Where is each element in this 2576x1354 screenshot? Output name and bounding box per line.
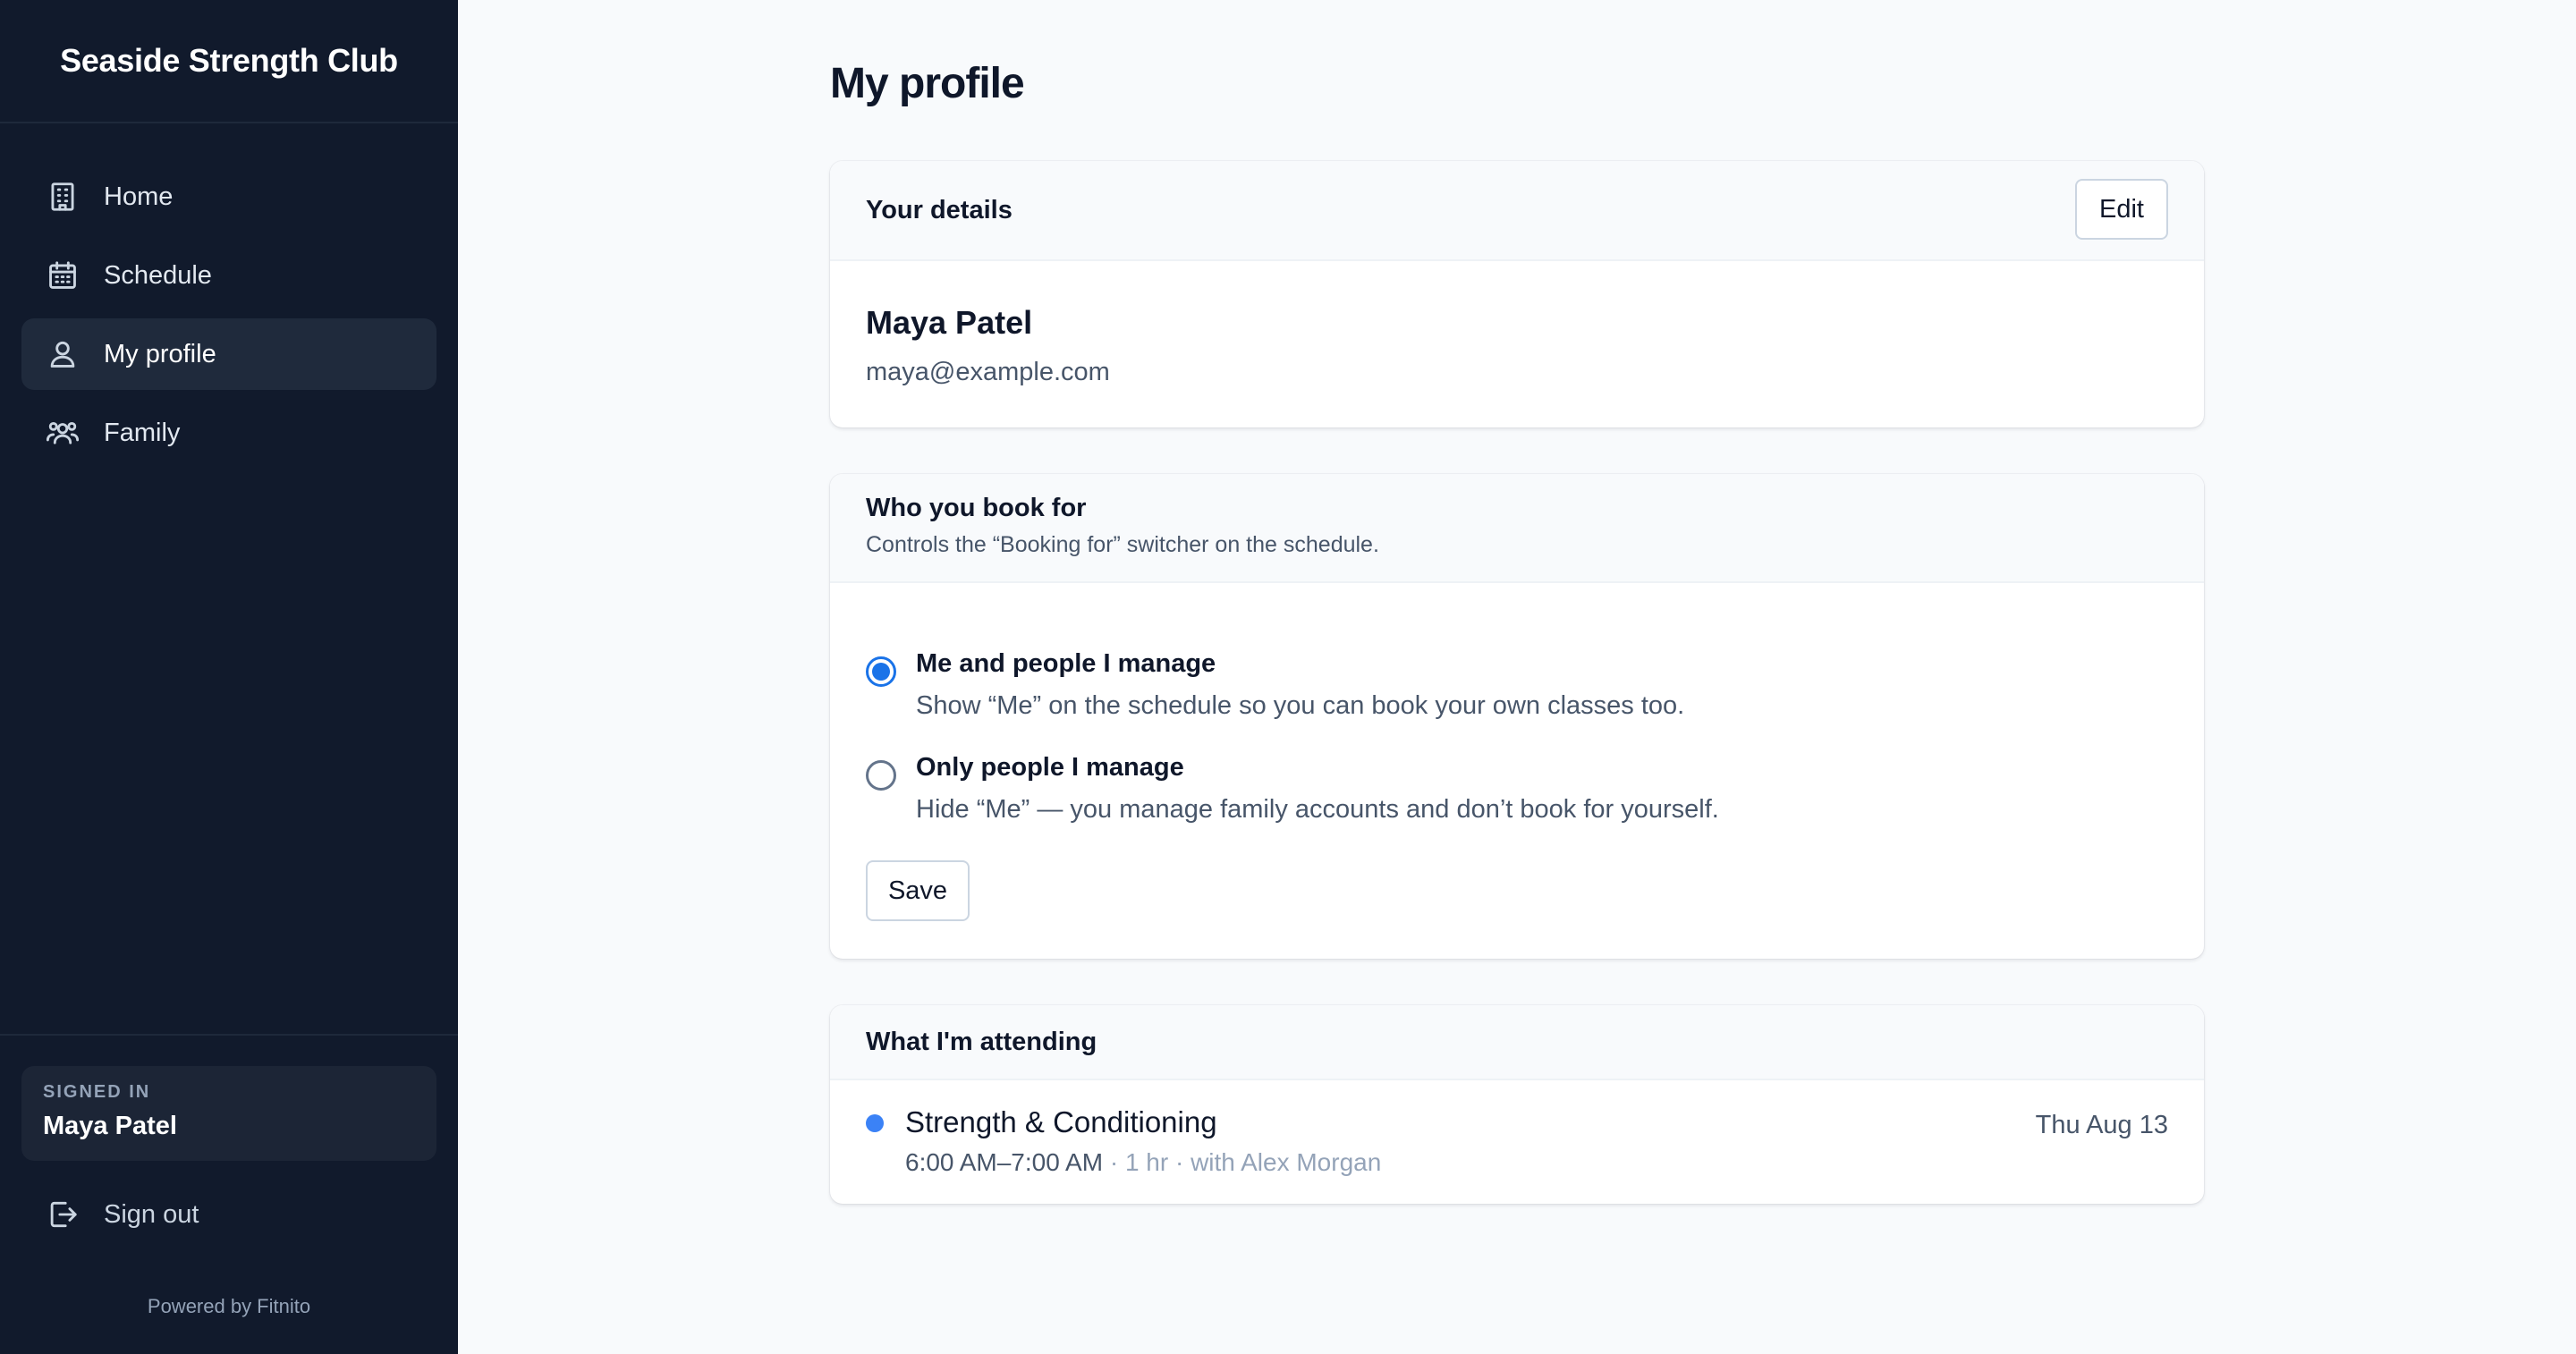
radio-me-and-managed[interactable] <box>866 656 896 687</box>
option-text: Me and people I manage Show “Me” on the … <box>916 649 1684 721</box>
edit-button[interactable]: Edit <box>2075 179 2168 240</box>
signed-in-card: SIGNED IN Maya Patel <box>21 1066 436 1161</box>
option-description: Show “Me” on the schedule so you can boo… <box>916 691 1685 720</box>
details-card-title: Your details <box>866 195 1013 224</box>
booking-card-subtitle: Controls the “Booking for” switcher on t… <box>866 532 1379 557</box>
sidebar-item-label: Home <box>104 182 174 211</box>
event-duration: 1 hr <box>1124 1148 1169 1176</box>
signed-in-label: SIGNED IN <box>43 1082 151 1102</box>
option-me-and-managed[interactable]: Me and people I manage Show “Me” on the … <box>866 649 2163 721</box>
attending-card: What I'm attending Strength & Conditioni… <box>830 1005 2204 1204</box>
details-card-header: Your details Edit <box>830 161 2204 261</box>
sign-out-label: Sign out <box>104 1199 199 1229</box>
save-button[interactable]: Save <box>866 860 970 921</box>
booking-card-title: Who you book for <box>866 494 1087 522</box>
event-time: 6:00 AM–7:00 AM <box>905 1148 1104 1176</box>
sidebar-item-home[interactable]: Home <box>21 161 436 233</box>
option-only-managed[interactable]: Only people I manage Hide “Me” — you man… <box>866 753 2163 825</box>
sidebar: Seaside Strength Club Home Schedule My p… <box>0 0 458 1354</box>
sidebar-item-family[interactable]: Family <box>21 397 436 469</box>
event-title: Strength & Conditioning <box>905 1105 1217 1138</box>
brand-title: Seaside Strength Club <box>0 0 458 123</box>
option-description: Hide “Me” — you manage family accounts a… <box>916 795 1719 824</box>
profile-name: Maya Patel <box>866 304 1033 341</box>
building-icon <box>45 179 80 215</box>
profile-email: maya@example.com <box>866 358 1110 386</box>
powered-by: Powered by Fitnito <box>147 1295 311 1317</box>
option-title: Me and people I manage <box>916 649 1216 678</box>
sidebar-item-label: Schedule <box>104 260 212 290</box>
signed-in-name: Maya Patel <box>43 1112 177 1140</box>
booking-card-header: Who you book for Controls the “Booking f… <box>830 474 2204 583</box>
attending-card-header: What I'm attending <box>830 1005 2204 1080</box>
event-meta: 6:00 AM–7:00 AM · 1 hr · with Alex Morga… <box>905 1148 1382 1176</box>
sidebar-item-my-profile[interactable]: My profile <box>21 318 436 390</box>
radio-only-managed[interactable] <box>866 760 896 791</box>
sidebar-item-label: Family <box>104 418 181 447</box>
sign-out-button[interactable]: Sign out <box>21 1182 436 1247</box>
option-title: Only people I manage <box>916 753 1184 782</box>
calendar-icon <box>45 258 80 293</box>
sidebar-item-label: My profile <box>104 339 216 368</box>
user-icon <box>45 336 80 372</box>
event-status-dot <box>866 1114 884 1132</box>
sidebar-item-schedule[interactable]: Schedule <box>21 240 436 311</box>
sidebar-nav: Home Schedule My profile Family <box>21 161 436 476</box>
sidebar-footer: SIGNED IN Maya Patel Sign out Powered by… <box>0 1034 458 1354</box>
option-text: Only people I manage Hide “Me” — you man… <box>916 753 1719 825</box>
booking-card: Who you book for Controls the “Booking f… <box>830 474 2204 959</box>
attending-card-title: What I'm attending <box>866 1027 1097 1056</box>
details-card: Your details Edit Maya Patel maya@exampl… <box>830 161 2204 427</box>
users-icon <box>45 415 80 451</box>
page-title: My profile <box>830 60 1025 107</box>
event-date: Thu Aug 13 <box>2035 1111 2168 1139</box>
logout-icon <box>45 1197 80 1232</box>
event-instructor: with Alex Morgan <box>1191 1148 1382 1176</box>
